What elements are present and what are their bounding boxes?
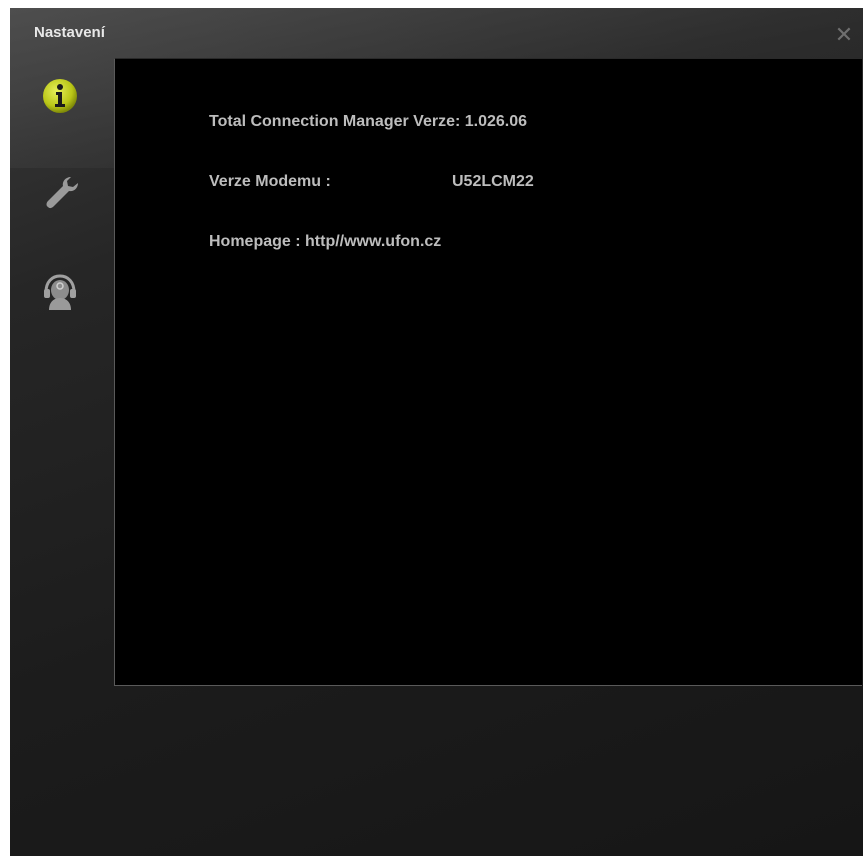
operator-headset-icon xyxy=(44,274,76,310)
settings-window: Nastavení ✕ Total Connection Manager Ver… xyxy=(10,8,863,856)
sidebar-item-support[interactable] xyxy=(38,270,82,314)
modem-version-row: Verze Modemu : U52LCM22 xyxy=(209,173,534,191)
version-text: Total Connection Manager Verze: 1.026.06 xyxy=(209,113,528,130)
sidebar-item-info[interactable] xyxy=(38,74,82,118)
info-icon xyxy=(43,79,77,113)
modem-version-label: Verze Modemu : xyxy=(209,173,331,190)
info-panel: Total Connection Manager Verze: 1.026.06… xyxy=(114,58,862,686)
sidebar-item-settings[interactable] xyxy=(38,170,82,214)
modem-version-value: U52LCM22 xyxy=(452,173,534,190)
homepage-text: Homepage : http//www.ufon.cz xyxy=(209,233,442,250)
close-icon[interactable]: ✕ xyxy=(833,24,855,46)
wrench-icon xyxy=(46,177,78,209)
window-title: Nastavení xyxy=(34,24,105,41)
